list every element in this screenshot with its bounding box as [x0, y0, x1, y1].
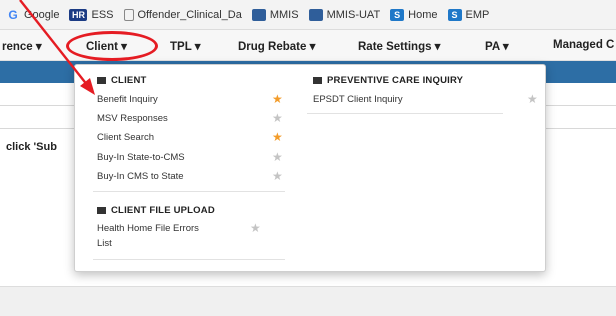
annotation-arrow — [19, 0, 95, 95]
